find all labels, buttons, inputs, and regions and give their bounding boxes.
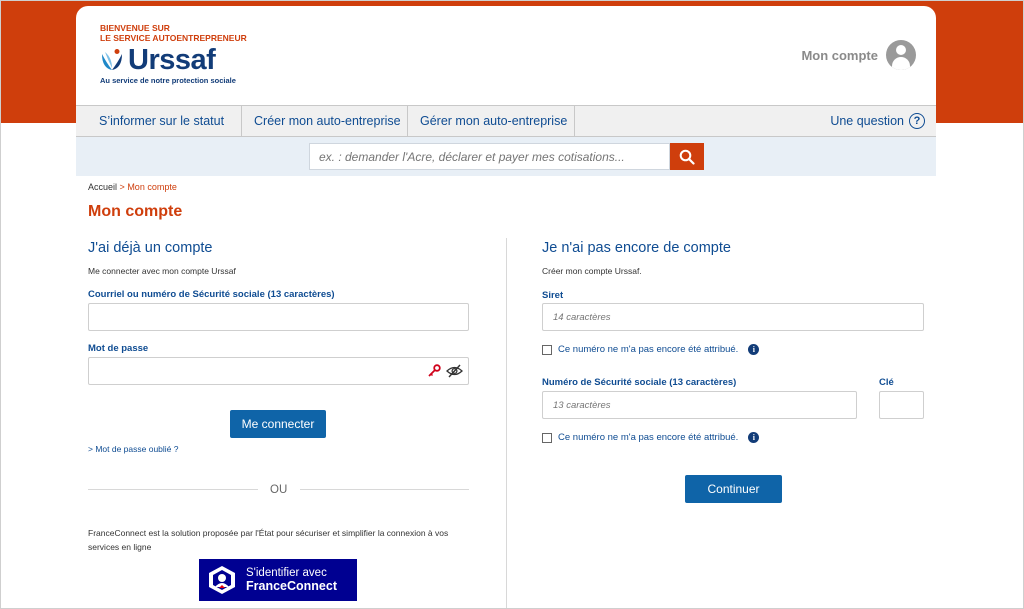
- logo-tagline: Au service de notre protection sociale: [100, 76, 236, 85]
- urssaf-logo[interactable]: Urssaf: [100, 44, 216, 76]
- search-button[interactable]: [670, 143, 704, 170]
- login-intro: Me connecter avec mon compte Urssaf: [88, 266, 236, 276]
- toggle-password-visibility-icon[interactable]: [446, 363, 463, 379]
- forgot-password-link[interactable]: > Mot de passe oublié ?: [88, 444, 179, 454]
- nss-not-attributed-label[interactable]: Ce numéro ne m'a pas encore été attribué…: [558, 432, 738, 443]
- search-bar: [76, 137, 936, 176]
- account-label: Mon compte: [801, 47, 878, 63]
- info-icon[interactable]: i: [748, 432, 760, 443]
- siret-not-attributed-row: Ce numéro ne m'a pas encore été attribué…: [542, 344, 760, 355]
- column-divider: [506, 238, 507, 609]
- or-divider-right: [300, 489, 469, 490]
- siret-not-attributed-checkbox[interactable]: [542, 344, 552, 355]
- account-menu[interactable]: Mon compte: [801, 40, 916, 70]
- email-field[interactable]: [88, 303, 469, 331]
- breadcrumb-separator: >: [119, 182, 125, 192]
- nav-item-gerer[interactable]: Gérer mon auto-entreprise: [408, 106, 575, 136]
- nav-item-creer[interactable]: Créer mon auto-entreprise: [242, 106, 408, 136]
- search-icon: [679, 149, 695, 165]
- franceconnect-logo-icon: [209, 566, 235, 594]
- main-nav: S’informer sur le statut Créer mon auto-…: [76, 105, 936, 137]
- nss-not-attributed-row: Ce numéro ne m'a pas encore été attribué…: [542, 432, 760, 443]
- siret-field[interactable]: [542, 303, 924, 331]
- urssaf-logo-icon: [102, 49, 122, 70]
- breadcrumb: Accueil > Mon compte: [88, 182, 177, 192]
- logo-wordmark: Urssaf: [128, 44, 216, 76]
- password-field[interactable]: [88, 357, 469, 385]
- register-continue-button[interactable]: Continuer: [685, 475, 782, 503]
- login-submit-button[interactable]: Me connecter: [230, 410, 326, 438]
- franceconnect-button-label: S'identifier avec FranceConnect: [246, 567, 337, 593]
- franceconnect-button[interactable]: S'identifier avec FranceConnect: [199, 559, 357, 601]
- breadcrumb-home-link[interactable]: Accueil: [88, 182, 117, 192]
- register-heading: Je n'ai pas encore de compte: [542, 240, 731, 256]
- nav-item-informer[interactable]: S’informer sur le statut: [76, 106, 242, 136]
- page-container: Bienvenue sur le service autoentrepreneu…: [76, 6, 936, 609]
- breadcrumb-current: Mon compte: [127, 182, 177, 192]
- site-header: Bienvenue sur le service autoentrepreneu…: [76, 6, 936, 105]
- search-input[interactable]: [309, 143, 670, 170]
- password-key-icon[interactable]: [427, 364, 441, 378]
- nss-field[interactable]: [542, 391, 857, 419]
- login-heading: J'ai déjà un compte: [88, 240, 213, 256]
- email-label: Courriel ou numéro de Sécurité sociale (…: [88, 289, 335, 300]
- siret-label: Siret: [542, 290, 564, 301]
- page-title: Mon compte: [88, 203, 183, 220]
- or-divider-left: [88, 489, 258, 490]
- franceconnect-description: FranceConnect est la solution proposée p…: [88, 528, 449, 552]
- info-icon[interactable]: i: [748, 344, 760, 355]
- nav-question-label: Une question: [830, 114, 904, 128]
- nss-not-attributed-checkbox[interactable]: [542, 432, 552, 443]
- user-avatar-icon: [886, 40, 916, 70]
- nss-key-field[interactable]: [879, 391, 924, 419]
- register-intro: Créer mon compte Urssaf.: [542, 266, 642, 276]
- key-label: Clé: [879, 377, 894, 388]
- password-label: Mot de passe: [88, 343, 149, 354]
- nav-question[interactable]: Une question ?: [830, 106, 925, 136]
- question-icon: ?: [909, 113, 925, 129]
- welcome-text: Bienvenue sur le service autoentrepreneu…: [100, 23, 247, 43]
- siret-not-attributed-label[interactable]: Ce numéro ne m'a pas encore été attribué…: [558, 344, 738, 355]
- or-label: OU: [270, 484, 288, 496]
- nss-label: Numéro de Sécurité sociale (13 caractère…: [542, 377, 737, 388]
